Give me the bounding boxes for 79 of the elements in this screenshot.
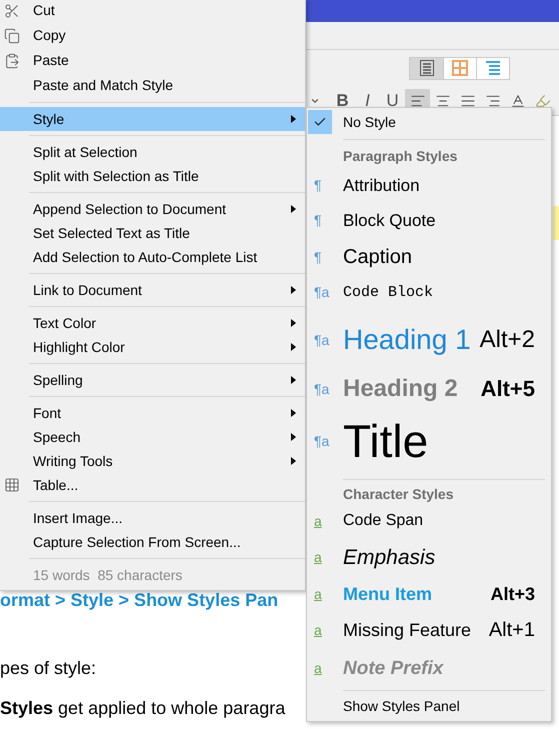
menu-item[interactable]: Split at Selection xyxy=(0,140,305,164)
text-color-icon xyxy=(510,92,526,108)
type-glyph-icon: a xyxy=(314,661,322,675)
submenu-item[interactable]: a Missing Feature Alt+1 xyxy=(307,611,551,649)
menu-item[interactable]: Spelling xyxy=(0,368,305,392)
paragraph-text: Styles get applied to whole paragra xyxy=(0,696,286,720)
submenu-item[interactable]: ¶a Heading 1 Alt+2 xyxy=(307,308,551,372)
submenu-item[interactable]: ¶ Attribution xyxy=(307,168,551,202)
menu-item[interactable]: Highlight Color xyxy=(0,335,305,359)
menu-item[interactable]: Set Selected Text as Title xyxy=(0,221,305,245)
submenu-item[interactable]: ¶a Title xyxy=(307,406,551,476)
highlighter-icon xyxy=(534,92,550,108)
menu-item[interactable]: No Style xyxy=(307,110,551,134)
submenu-item[interactable]: ¶ Caption xyxy=(307,238,551,276)
section-header: Character Styles xyxy=(343,484,454,504)
submenu-arrow-icon xyxy=(291,376,296,384)
section-header: Paragraph Styles xyxy=(343,146,458,166)
menu-item[interactable]: Text Color xyxy=(0,311,305,335)
type-glyph-icon: ¶a xyxy=(314,285,330,299)
submenu-arrow-icon xyxy=(291,319,296,327)
menu-item[interactable]: Style xyxy=(0,107,305,131)
menu-item[interactable]: Speech xyxy=(0,425,305,449)
menu-item[interactable]: Paste and Match Style xyxy=(0,73,305,98)
submenu-arrow-icon xyxy=(291,205,296,213)
view-toggle[interactable] xyxy=(443,58,476,78)
text-highlight xyxy=(553,206,559,240)
outline-icon xyxy=(485,60,501,76)
submenu-arrow-icon xyxy=(291,457,296,465)
menu-item[interactable]: Insert Image... xyxy=(0,506,305,530)
table-icon xyxy=(4,477,20,493)
paragraph-text: pes of style: xyxy=(0,656,96,680)
type-glyph-icon: a xyxy=(314,587,322,601)
submenu-item[interactable]: ¶a Heading 2 Alt+5 xyxy=(307,372,551,406)
menu-item[interactable]: Add Selection to Auto-Complete List xyxy=(0,245,305,269)
menu-item[interactable]: Table... xyxy=(0,473,305,497)
submenu-item[interactable]: a Emphasis xyxy=(307,537,551,577)
submenu-item[interactable]: a Code Span xyxy=(307,505,551,537)
shortcut-label: Alt+1 xyxy=(488,620,535,640)
submenu-arrow-icon xyxy=(291,286,296,294)
scissors-icon xyxy=(4,2,20,18)
type-glyph-icon: ¶a xyxy=(314,434,330,448)
type-glyph-icon: ¶ xyxy=(314,250,322,264)
type-glyph-icon: ¶a xyxy=(314,382,330,396)
grid-icon xyxy=(452,60,468,76)
menu-item[interactable]: Append Selection to Document xyxy=(0,197,305,221)
shortcut-label: Alt+3 xyxy=(490,585,535,603)
format-button[interactable]: U xyxy=(380,88,405,112)
type-glyph-icon: a xyxy=(314,623,322,637)
menu-item[interactable]: Cut xyxy=(0,0,305,23)
menu-item[interactable]: Split with Selection as Title xyxy=(0,164,305,188)
menu-item[interactable]: Font xyxy=(0,401,305,425)
submenu-item[interactable]: ¶ Block Quote xyxy=(307,202,551,238)
shortcut-label: Alt+5 xyxy=(480,378,535,400)
submenu-item[interactable]: ¶a Code Block xyxy=(307,276,551,308)
link[interactable]: ormat > Style > Show Styles Pan xyxy=(0,586,278,614)
menu-item[interactable]: Capture Selection From Screen... xyxy=(0,530,305,554)
view-toggle[interactable] xyxy=(476,58,509,78)
shortcut-label: Alt+2 xyxy=(480,328,535,352)
type-glyph-icon: a xyxy=(314,514,322,528)
submenu-arrow-icon xyxy=(291,433,296,441)
list-icon xyxy=(420,60,434,76)
submenu-arrow-icon xyxy=(291,409,296,417)
type-glyph-icon: ¶ xyxy=(314,213,322,227)
submenu-arrow-icon xyxy=(291,343,296,351)
type-glyph-icon: ¶ xyxy=(314,178,322,192)
menu-item[interactable]: Copy xyxy=(0,23,305,48)
submenu-arrow-icon xyxy=(291,115,296,123)
submenu-item[interactable]: a Menu Item Alt+3 xyxy=(307,577,551,611)
view-toggle[interactable] xyxy=(410,58,443,78)
type-glyph-icon: a xyxy=(314,550,322,564)
format-button[interactable]: B xyxy=(330,88,355,112)
word-count: 15 words 85 characters xyxy=(33,566,182,584)
menu-item[interactable]: Show Styles Panel xyxy=(307,693,551,719)
type-glyph-icon: ¶a xyxy=(314,333,330,347)
clipboard-icon xyxy=(4,52,20,68)
format-button[interactable]: I xyxy=(355,88,380,112)
menu-item[interactable]: Writing Tools xyxy=(0,449,305,473)
copy-icon xyxy=(4,28,20,44)
menu-item[interactable]: Link to Document xyxy=(0,278,305,302)
